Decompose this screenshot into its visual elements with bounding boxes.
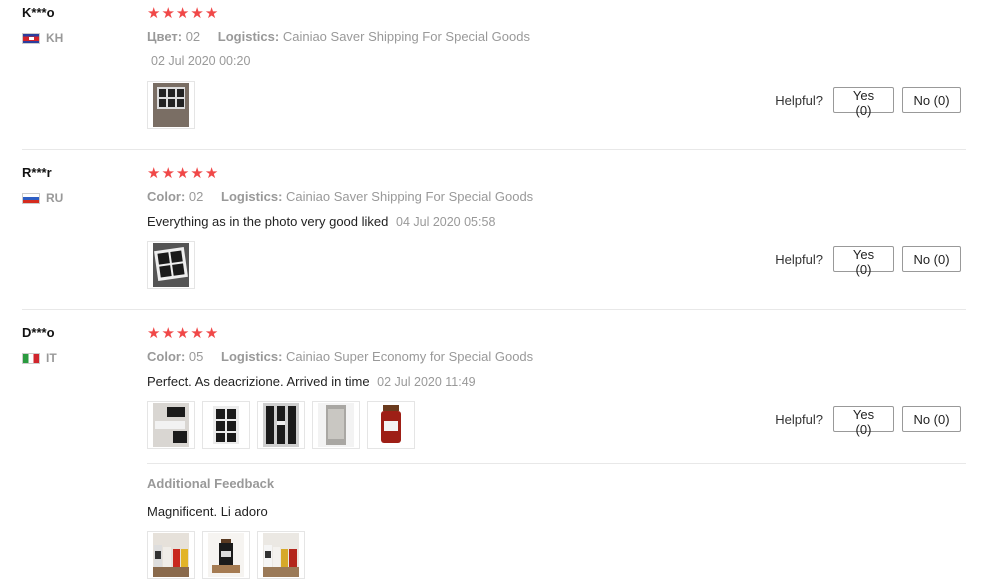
- star-icon: ★: [147, 325, 161, 342]
- review-photo-thumb[interactable]: [147, 241, 195, 289]
- review-date: 04 Jul 2020 05:58: [396, 215, 496, 229]
- review-date: 02 Jul 2020 11:49: [377, 375, 476, 389]
- photo-image: [263, 403, 299, 447]
- helpful-votes: Helpful? Yes (0) No (0): [775, 87, 961, 118]
- helpful-yes-button[interactable]: Yes (0): [833, 246, 894, 277]
- star-icon: ★: [204, 325, 219, 342]
- star-icon: ★: [175, 325, 190, 342]
- review-photo-thumb[interactable]: [202, 531, 250, 579]
- review-photo-thumb[interactable]: [147, 401, 195, 449]
- review-text: Perfect. As deacrizione. Arrived in time: [147, 374, 370, 389]
- star-icon: ★: [161, 165, 175, 182]
- star-icon: ★: [190, 325, 204, 342]
- color-value: 05: [188, 349, 204, 364]
- star-icon: ★: [175, 165, 190, 182]
- reviewer-country: IT: [22, 351, 57, 365]
- star-icon: ★: [147, 5, 161, 22]
- logistics-value: Cainiao Saver Shipping For Special Goods: [286, 189, 534, 204]
- order-info: Цвет: 02 Logistics: Cainiao Saver Shippi…: [147, 29, 544, 44]
- star-rating: ★ ★ ★ ★ ★: [147, 326, 218, 341]
- star-icon: ★: [190, 165, 204, 182]
- helpful-yes-button[interactable]: Yes (0): [833, 406, 894, 437]
- additional-feedback-divider: [147, 463, 966, 464]
- logistics-value: Cainiao Saver Shipping For Special Goods: [282, 29, 530, 44]
- logistics-value: Cainiao Super Economy for Special Goods: [286, 349, 534, 364]
- helpful-votes: Helpful? Yes (0) No (0): [775, 406, 961, 437]
- star-rating: ★ ★ ★ ★ ★: [147, 6, 218, 21]
- star-icon: ★: [161, 325, 175, 342]
- color-value: 02: [188, 189, 204, 204]
- color-key: Color:: [147, 189, 186, 204]
- review-photo-thumb[interactable]: [147, 81, 195, 129]
- review-text: Everything as in the photo very good lik…: [147, 214, 389, 229]
- reviewer-country: KH: [22, 31, 63, 45]
- flag-kh-icon: [22, 32, 40, 44]
- flag-it-icon: [22, 352, 40, 364]
- review-photos: [147, 81, 195, 129]
- additional-feedback-text: Magnificent. Li adoro: [147, 504, 268, 519]
- order-info: Color: 02 Logistics: Cainiao Saver Shipp…: [147, 189, 547, 204]
- photo-image: [208, 403, 244, 447]
- review-item: R***r RU ★ ★ ★ ★ ★ Color: 02 Logistics: …: [0, 160, 983, 310]
- star-icon: ★: [175, 5, 190, 22]
- review-text-line: Everything as in the photo very good lik…: [147, 214, 495, 229]
- photo-image: [208, 533, 244, 577]
- reviewer-country: RU: [22, 191, 63, 205]
- star-icon: ★: [204, 165, 219, 182]
- review-date: 02 Jul 2020 00:20: [151, 54, 251, 68]
- logistics-key: Logistics:: [217, 29, 280, 44]
- photo-image: [153, 403, 189, 447]
- helpful-label: Helpful?: [775, 92, 823, 108]
- helpful-label: Helpful?: [775, 251, 823, 267]
- country-code: RU: [46, 191, 64, 205]
- additional-feedback-photos: [147, 531, 305, 579]
- star-rating: ★ ★ ★ ★ ★: [147, 166, 218, 181]
- order-info: Color: 05 Logistics: Cainiao Super Econo…: [147, 349, 547, 364]
- review-photo-thumb[interactable]: [257, 531, 305, 579]
- logistics-key: Logistics:: [221, 189, 283, 204]
- review-divider: [22, 309, 966, 310]
- review-divider: [22, 149, 966, 150]
- country-code: KH: [46, 31, 64, 45]
- reviewer-name: K***o: [22, 5, 55, 20]
- photo-image: [153, 243, 189, 287]
- helpful-label: Helpful?: [775, 411, 823, 427]
- logistics-key: Logistics:: [221, 349, 283, 364]
- helpful-yes-button[interactable]: Yes (0): [833, 87, 894, 118]
- review-item: K***o KH ★ ★ ★ ★ ★ Цвет: 02 Logistics: C…: [0, 0, 983, 150]
- helpful-votes: Helpful? Yes (0) No (0): [775, 246, 961, 277]
- star-icon: ★: [161, 5, 175, 22]
- review-item: D***o IT ★ ★ ★ ★ ★ Color: 05 Logistics: …: [0, 320, 983, 586]
- photo-image: [318, 403, 354, 447]
- helpful-no-button[interactable]: No (0): [902, 87, 961, 113]
- color-key: Color:: [147, 349, 186, 364]
- reviewer-name: D***o: [22, 325, 55, 340]
- star-icon: ★: [147, 165, 161, 182]
- additional-feedback-title: Additional Feedback: [147, 476, 275, 491]
- review-photos: [147, 401, 415, 449]
- reviewer-name: R***r: [22, 165, 52, 180]
- review-photo-thumb[interactable]: [147, 531, 195, 579]
- review-photos: [147, 241, 195, 289]
- photo-image: [153, 533, 189, 577]
- color-key: Цвет:: [147, 29, 183, 44]
- review-photo-thumb[interactable]: [367, 401, 415, 449]
- country-code: IT: [46, 351, 57, 365]
- photo-image: [373, 403, 409, 447]
- review-photo-thumb[interactable]: [257, 401, 305, 449]
- flag-ru-icon: [22, 192, 40, 204]
- helpful-no-button[interactable]: No (0): [902, 246, 961, 272]
- star-icon: ★: [204, 5, 219, 22]
- review-text-line: Perfect. As deacrizione. Arrived in time…: [147, 374, 476, 389]
- photo-image: [263, 533, 299, 577]
- star-icon: ★: [190, 5, 204, 22]
- review-photo-thumb[interactable]: [202, 401, 250, 449]
- helpful-no-button[interactable]: No (0): [902, 406, 961, 432]
- review-photo-thumb[interactable]: [312, 401, 360, 449]
- photo-image: [153, 83, 189, 127]
- color-value: 02: [185, 29, 201, 44]
